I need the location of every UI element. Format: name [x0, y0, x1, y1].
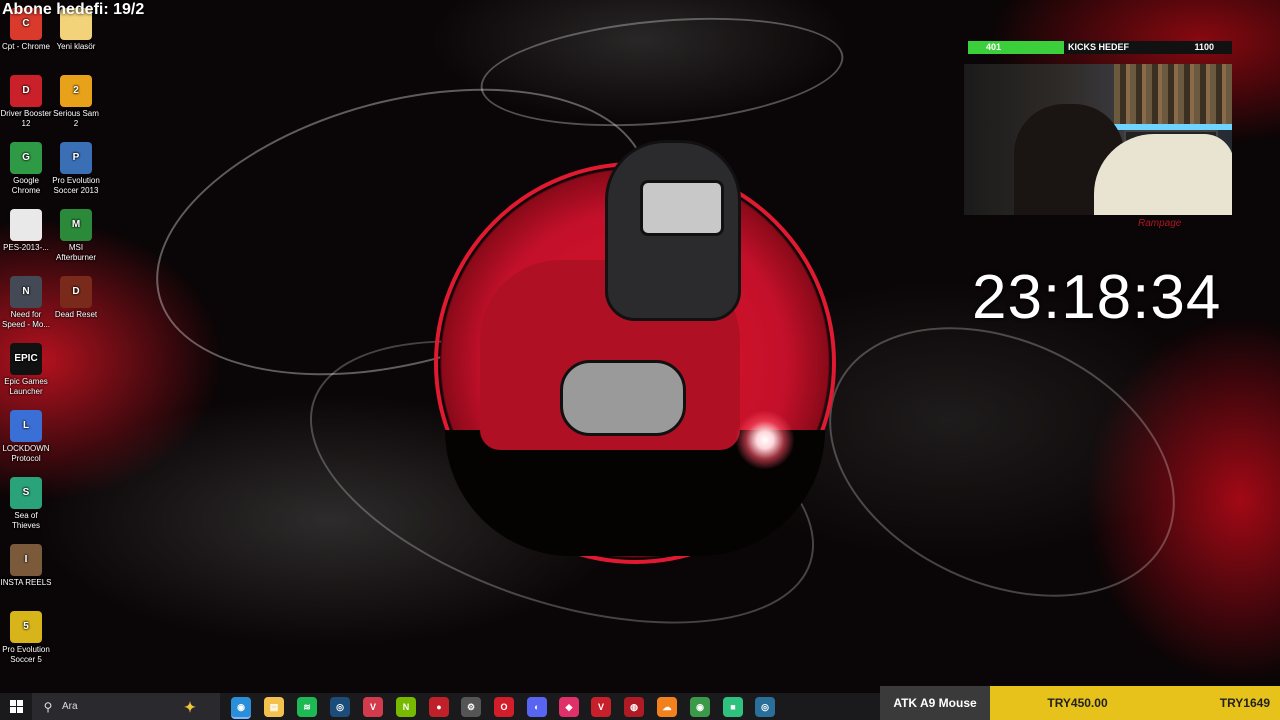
file-icon	[10, 209, 42, 241]
desktop-icon-label: Driver Booster 12	[0, 109, 52, 128]
gpu-tool-icon[interactable]: ⚙	[461, 697, 481, 717]
desktop-icon[interactable]: 2 Serious Sam 2	[50, 75, 102, 129]
stream-clock: 23:18:34	[972, 263, 1222, 332]
desktop-icon[interactable]: S Sea of Thieves	[0, 477, 52, 531]
desktop-icon[interactable]: M MSI Afterburner	[50, 209, 102, 263]
chrome-icon[interactable]: ◉	[690, 697, 710, 717]
file-explorer-icon[interactable]: ▤	[264, 697, 284, 717]
valorant-icon[interactable]: V	[363, 697, 383, 717]
start-button[interactable]	[0, 693, 32, 720]
discord-icon[interactable]: ◐	[527, 697, 547, 717]
desktop-icon[interactable]: 5 Pro Evolution Soccer 5	[0, 611, 52, 665]
product-promo-bar: ATK A9 Mouse TRY450.00 TRY1649	[880, 686, 1280, 720]
steam-alt-icon[interactable]: ◎	[755, 697, 775, 717]
msi-afterburner-icon: M	[60, 209, 92, 241]
kicks-goal: 1100	[1194, 42, 1214, 52]
desktop-icon[interactable]: PES-2013-...	[0, 209, 52, 253]
lockdown-protocol-icon: L	[10, 410, 42, 442]
windows-icon	[9, 700, 23, 713]
desktop-icon-label: Sea of Thieves	[11, 511, 40, 530]
subscriber-goal: Abone hedefi: 19/2	[2, 1, 145, 18]
promo-product: ATK A9 Mouse	[880, 686, 990, 720]
map-pin-icon[interactable]: ◆	[559, 697, 579, 717]
welder-visor	[640, 180, 724, 236]
desktop-icon-label: Epic Games Launcher	[4, 377, 48, 396]
webcam-feed	[964, 64, 1232, 215]
cloud-icon[interactable]: ☁	[657, 697, 677, 717]
desktop-icon[interactable]: G Google Chrome	[0, 142, 52, 196]
desktop-icon-label: PES-2013-...	[3, 243, 49, 252]
desktop-icon-label: INSTA REELS	[0, 578, 52, 587]
recorder-icon[interactable]: ◍	[624, 697, 644, 717]
desktop-icon-label: Pro Evolution Soccer 5	[2, 645, 50, 664]
kicks-current: 401	[986, 42, 1002, 52]
desktop-icon-label: Cpt - Chrome	[1, 42, 50, 51]
kicks-label: KICKS HEDEF	[1068, 42, 1130, 52]
desktop-icon[interactable]: N Need for Speed - Mo...	[0, 276, 52, 330]
desktop-icon[interactable]: P Pro Evolution Soccer 2013	[50, 142, 102, 196]
webcam-brand-logo: Rampage	[1138, 218, 1182, 229]
desktop-icon-label: Pro Evolution Soccer 2013	[52, 176, 100, 195]
nvidia-icon[interactable]: N	[396, 697, 416, 717]
search-placeholder: Ara	[62, 701, 78, 712]
browser-icon[interactable]: ◉	[231, 697, 251, 719]
welder-glove	[560, 360, 686, 436]
serious-sam-icon: 2	[60, 75, 92, 107]
welding-spark	[735, 410, 795, 470]
desktop-icon[interactable]: D Dead Reset	[50, 276, 102, 320]
chat-app-icon[interactable]: ■	[723, 697, 743, 717]
spotify-icon[interactable]: ≋	[297, 697, 317, 717]
sea-of-thieves-icon: S	[10, 477, 42, 509]
kicks-progress-fill	[968, 41, 1065, 54]
desktop-icon[interactable]: L LOCKDOWN Protocol	[0, 410, 52, 464]
desktop-icon-label: Google Chrome	[11, 176, 41, 195]
search-icon: ⚲	[43, 699, 53, 714]
desktop-icon-label: Need for Speed - Mo...	[1, 310, 51, 329]
need-for-speed-icon: N	[10, 276, 42, 308]
copilot-icon[interactable]: ✦	[180, 697, 200, 717]
steam-icon[interactable]: ◎	[330, 697, 350, 717]
desktop-icon[interactable]: EPIC Epic Games Launcher	[0, 343, 52, 397]
epic-games-icon: EPIC	[10, 343, 42, 375]
desktop-icon[interactable]: D Driver Booster 12	[0, 75, 52, 129]
desktop-icon-label: Dead Reset	[54, 310, 98, 319]
promo-price-2: TRY1649	[1219, 696, 1270, 710]
opera-icon[interactable]: O	[494, 697, 514, 717]
desktop-icon-label: Yeni klasör	[56, 42, 96, 51]
promo-price: TRY450.00	[1047, 696, 1108, 710]
webcam-bookshelf	[1114, 64, 1232, 124]
driver-booster-icon: D	[10, 75, 42, 107]
pes-5-icon: 5	[10, 611, 42, 643]
desktop-icon-label: Serious Sam 2	[53, 109, 99, 128]
pes-2013-icon: P	[60, 142, 92, 174]
taskbar: ⚲ Ara ✦ ◉ ▤ ≋ ◎ V N ● ⚙ O ◐ ◆ V ◍ ☁ ◉ ■ ◎	[0, 693, 880, 720]
game-icon-red[interactable]: ●	[429, 697, 449, 717]
desktop-icon-label: MSI Afterburner	[55, 243, 97, 262]
google-chrome-icon: G	[10, 142, 42, 174]
desktop-icon[interactable]: I INSTA REELS	[0, 544, 52, 588]
dead-reset-icon: D	[60, 276, 92, 308]
voice-mod-icon[interactable]: V	[591, 697, 611, 717]
kicks-goal-bar: 401 KICKS HEDEF 1100	[968, 41, 1232, 54]
desktop-icon-label: LOCKDOWN Protocol	[2, 444, 50, 463]
insta-reels-icon: I	[10, 544, 42, 576]
